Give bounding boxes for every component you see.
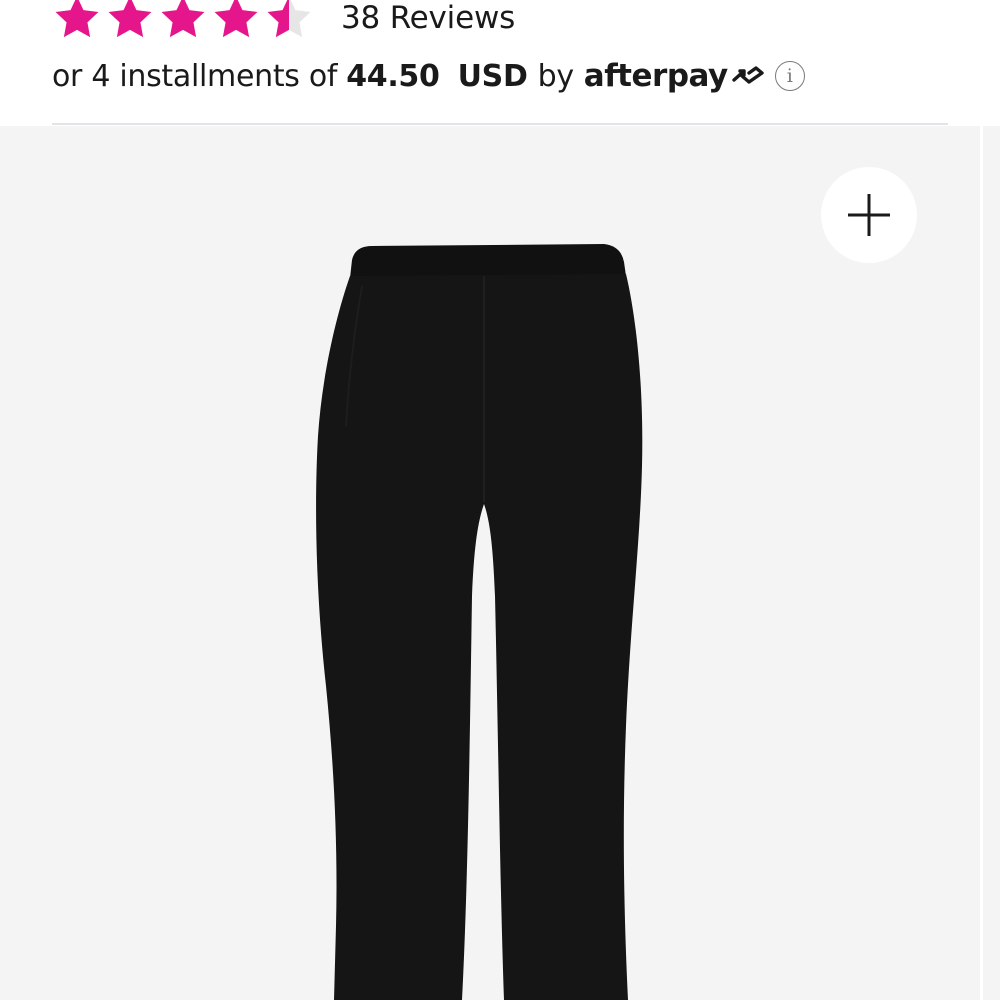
info-glyph: i bbox=[786, 65, 793, 87]
star-icon bbox=[161, 0, 205, 38]
zoom-button[interactable] bbox=[821, 167, 917, 263]
afterpay-wordmark: afterpay bbox=[583, 58, 728, 94]
afterpay-arrows-icon bbox=[731, 66, 764, 84]
installments-by: by bbox=[537, 58, 575, 94]
info-icon[interactable]: i bbox=[774, 61, 805, 91]
next-image-peek[interactable] bbox=[983, 126, 1000, 1000]
installment-amount: 44.50 bbox=[346, 58, 440, 94]
star-rating[interactable] bbox=[52, 0, 317, 43]
installment-currency: USD bbox=[457, 58, 528, 94]
plus-icon bbox=[848, 194, 890, 236]
afterpay-logo[interactable]: afterpay bbox=[584, 58, 767, 94]
star-icon bbox=[214, 0, 258, 38]
star-icon bbox=[55, 0, 99, 38]
divider bbox=[52, 123, 948, 125]
star-icon bbox=[108, 0, 152, 38]
rating-row: 38 Reviews bbox=[52, 0, 515, 46]
half-star-icon bbox=[267, 0, 311, 38]
product-image-gallery[interactable] bbox=[0, 126, 980, 1000]
product-image bbox=[316, 244, 643, 1000]
installments-info: or 4 installments of 44.50 USD by afterp… bbox=[52, 52, 805, 100]
reviews-link[interactable]: 38 Reviews bbox=[341, 0, 515, 36]
installments-prefix: or 4 installments of bbox=[52, 58, 338, 94]
